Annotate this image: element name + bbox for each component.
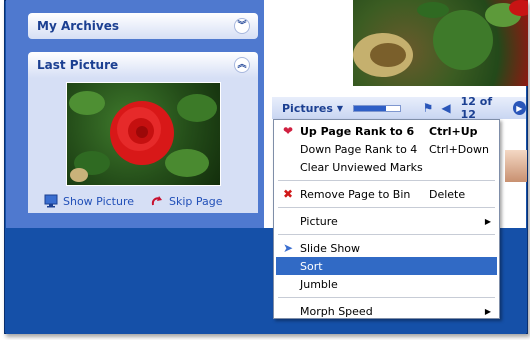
menu-separator [278,297,495,298]
pictures-menu-label: Pictures [282,101,333,115]
menu-item-shortcut: Ctrl+Down [429,142,489,156]
slideshow-arrow-icon: ➤ [282,241,294,255]
menu-item-down-page-rank[interactable]: Down Page Rank to 4 Ctrl+Down [276,140,497,158]
menu-item-label: Clear Unviewed Marks [300,160,423,174]
thumbnail[interactable] [505,150,527,182]
archives-panel-title: My Archives [37,19,120,33]
menu-item-jumble[interactable]: Jumble [276,275,497,293]
redo-arrow-icon [151,196,162,206]
archives-panel-header[interactable]: My Archives ︾ [28,13,258,39]
pictures-menu-button[interactable]: Pictures ▼ [282,102,343,115]
pictures-toolbar: Pictures ▼ ⚑ ◀ 12 of 12 ▶ [272,95,526,121]
menu-item-label: Sort [300,259,323,273]
last-picture-panel-header[interactable]: Last Picture ︽ [28,52,258,78]
menu-separator [278,207,495,208]
menu-item-slide-show[interactable]: ➤ Slide Show [276,239,497,257]
menu-item-up-page-rank[interactable]: ❤ Up Page Rank to 6 Ctrl+Up [276,122,497,140]
menu-item-shortcut: Ctrl+Up [429,124,478,138]
menu-separator [278,234,495,235]
menu-item-morph-speed[interactable]: Morph Speed ▶ [276,302,497,320]
next-icon[interactable]: ▶ [512,101,526,115]
menu-item-sort[interactable]: Sort [276,257,497,275]
show-picture-label: Show Picture [63,194,135,208]
previous-arrow-icon[interactable]: ◀ [441,101,450,115]
rose-photo [69,91,217,182]
last-picture-panel-title: Last Picture [37,58,119,72]
menu-item-remove-page-to-bin[interactable]: ✖ Remove Page to Bin Delete [276,185,497,203]
last-picture-thumbnail[interactable] [66,82,221,186]
menu-item-label: Picture [300,214,338,228]
view-progress-fill [354,105,386,111]
skip-page-label: Skip Page [169,194,223,208]
menu-item-label: Jumble [300,277,338,291]
submenu-arrow-icon: ▶ [484,216,491,226]
chevron-double-down-icon[interactable]: ︾ [234,18,250,34]
view-progress-bar [353,104,401,112]
show-picture-link[interactable]: Show Picture [44,194,134,208]
chevron-double-up-icon[interactable]: ︽ [234,57,250,73]
menu-item-label: Down Page Rank to 4 [300,142,418,156]
menu-item-label: Up Page Rank to 6 [300,124,415,138]
last-picture-panel: Show Picture Skip Page [28,78,258,213]
flag-icon[interactable]: ⚑ [423,101,434,115]
submenu-arrow-icon: ▶ [484,306,491,316]
current-picture[interactable] [353,0,530,86]
leaves-photo [353,0,530,77]
thumbnail-strip [498,120,527,228]
red-x-icon: ✖ [282,187,294,201]
chevron-down-icon: ▼ [336,103,344,113]
menu-item-label: Morph Speed [300,304,373,318]
picture-counter: 12 of 12 [460,95,493,121]
menu-item-picture[interactable]: Picture ▶ [276,212,497,230]
menu-item-label: Slide Show [300,241,361,255]
skip-page-link[interactable]: Skip Page [150,194,223,208]
pictures-context-menu: ❤ Up Page Rank to 6 Ctrl+Up Down Page Ra… [273,119,500,319]
menu-separator [278,180,495,181]
heart-icon: ❤ [282,124,294,138]
monitor-icon [44,194,58,208]
menu-item-label: Remove Page to Bin [300,187,411,201]
menu-item-shortcut: Delete [429,187,466,201]
menu-item-clear-unviewed-marks[interactable]: Clear Unviewed Marks [276,158,497,176]
